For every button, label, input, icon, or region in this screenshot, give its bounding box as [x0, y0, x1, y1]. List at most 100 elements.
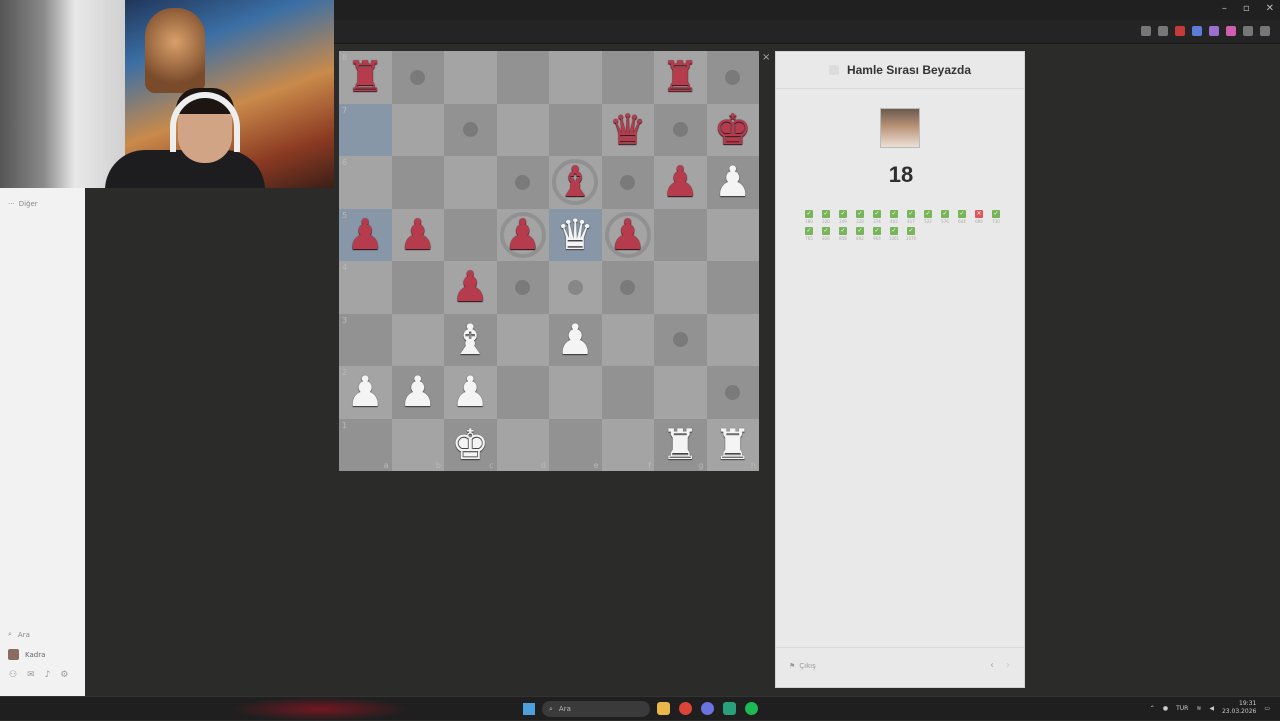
chess-board[interactable]: 8 ♜ ♜ 7 ♛ ♚ 6 ♝ ♟ ♟ 5 ♟ ♟ ♟ ♛ ♟ 4 ♟ 3 ♝ ♟ 2 ♟ ♟ ♟ 1 a b c ♚ d e f g ♜ h ♜	[339, 51, 759, 471]
square-c5[interactable]	[444, 208, 497, 261]
square-g1[interactable]: g ♜	[654, 418, 707, 471]
square-b2[interactable]: ♟	[391, 366, 444, 419]
black-rook-piece[interactable]: ♜	[661, 56, 699, 98]
sidebar-more-button[interactable]: ··· Diğer	[8, 200, 38, 208]
square-h6[interactable]: ♟	[706, 156, 759, 209]
square-h5[interactable]	[706, 208, 759, 261]
minimize-button[interactable]: –	[1222, 3, 1227, 14]
close-window-button[interactable]: ✕	[1266, 3, 1274, 14]
square-f2[interactable]	[601, 366, 654, 419]
puzzle-result[interactable]: ✓ 892	[855, 227, 865, 241]
square-c4[interactable]: ♟	[444, 261, 497, 314]
previous-button[interactable]: ‹	[990, 660, 994, 671]
white-queen-piece[interactable]: ♛	[556, 213, 594, 256]
square-f4[interactable]	[601, 261, 654, 314]
puzzle-result[interactable]: ✓ 417	[906, 210, 916, 224]
square-c1[interactable]: c ♚	[444, 418, 497, 471]
clock[interactable]: 19:31 23.03.2026	[1222, 700, 1256, 716]
puzzle-result[interactable]: ✓ 826	[821, 227, 831, 241]
puzzle-result[interactable]: ✓ 1001	[889, 227, 899, 241]
square-f6[interactable]	[601, 156, 654, 209]
square-d2[interactable]	[496, 366, 549, 419]
extension-icon[interactable]	[1192, 26, 1202, 36]
square-a3[interactable]: 3	[339, 313, 392, 366]
sidebar-search-button[interactable]: ⌕ Ara	[8, 630, 30, 639]
square-g4[interactable]	[654, 261, 707, 314]
file-explorer-icon[interactable]	[657, 702, 670, 715]
puzzle-result[interactable]: ✓ 730	[991, 210, 1001, 224]
square-a6[interactable]: 6	[339, 156, 392, 209]
taskbar-search[interactable]: ⌕ Ara	[542, 701, 650, 717]
square-c3[interactable]: ♝	[444, 313, 497, 366]
square-h4[interactable]	[706, 261, 759, 314]
white-bishop-piece[interactable]: ♝	[451, 318, 489, 361]
windows-start-icon[interactable]	[523, 703, 535, 715]
volume-icon[interactable]: ◀	[1209, 705, 1214, 712]
square-f1[interactable]: f	[601, 418, 654, 471]
white-pawn-piece[interactable]: ♟	[451, 371, 489, 413]
puzzle-result[interactable]: ✓ 765	[804, 227, 814, 241]
extension-icon[interactable]	[1175, 26, 1185, 36]
square-c7[interactable]	[444, 103, 497, 156]
square-d6[interactable]	[496, 156, 549, 209]
sidebar-profile[interactable]: Kadra	[8, 649, 45, 660]
extension-icon[interactable]	[1209, 26, 1219, 36]
puzzle-result[interactable]: ✓ 180	[804, 210, 814, 224]
square-f7[interactable]: ♛	[601, 103, 654, 156]
black-queen-piece[interactable]: ♛	[609, 108, 647, 151]
puzzle-result[interactable]: ✓ 1070	[906, 227, 916, 241]
black-pawn-piece[interactable]: ♟	[451, 266, 489, 308]
square-h1[interactable]: h ♜	[706, 418, 759, 471]
spotify-icon[interactable]	[745, 702, 758, 715]
close-icon[interactable]: ×	[762, 52, 770, 63]
square-c6[interactable]	[444, 156, 497, 209]
puzzle-result[interactable]: ✕ 689	[974, 210, 984, 224]
square-h7[interactable]: ♚	[706, 103, 759, 156]
white-pawn-piece[interactable]: ♟	[399, 371, 437, 413]
menu-icon[interactable]	[1260, 26, 1270, 36]
square-a4[interactable]: 4	[339, 261, 392, 314]
square-f8[interactable]	[601, 51, 654, 104]
square-g7[interactable]	[654, 103, 707, 156]
black-pawn-piece[interactable]: ♟	[661, 161, 699, 203]
square-g8[interactable]: ♜	[654, 51, 707, 104]
notification-icon[interactable]: ▭	[1264, 705, 1270, 712]
black-pawn-piece[interactable]: ♟	[346, 213, 384, 256]
square-h8[interactable]	[706, 51, 759, 104]
square-g5[interactable]	[654, 208, 707, 261]
square-a7[interactable]: 7	[339, 103, 392, 156]
white-rook-piece[interactable]: ♜	[661, 423, 699, 466]
square-d8[interactable]	[496, 51, 549, 104]
square-d5[interactable]: ♟	[496, 208, 549, 261]
exit-button[interactable]: ⚑ Çıkış	[789, 662, 816, 670]
puzzle-result[interactable]: ✓ 858	[838, 227, 848, 241]
square-a5[interactable]: 5 ♟	[339, 208, 392, 261]
language-indicator[interactable]: TUR	[1176, 705, 1188, 712]
chrome-icon[interactable]	[679, 702, 692, 715]
gear-icon[interactable]: ⚙	[60, 670, 68, 680]
square-d4[interactable]	[496, 261, 549, 314]
puzzle-result[interactable]: ✓ 522	[923, 210, 933, 224]
square-c2[interactable]: ♟	[444, 366, 497, 419]
square-g3[interactable]	[654, 313, 707, 366]
square-e6[interactable]: ♝	[549, 156, 602, 209]
puzzle-result[interactable]: ✓ 249	[838, 210, 848, 224]
square-a2[interactable]: 2 ♟	[339, 366, 392, 419]
white-pawn-piece[interactable]: ♟	[346, 371, 384, 413]
maximize-button[interactable]: ▫	[1243, 3, 1250, 14]
puzzle-result[interactable]: ✓ 374	[872, 210, 882, 224]
square-b7[interactable]	[391, 103, 444, 156]
square-d1[interactable]: d	[496, 418, 549, 471]
bell-icon[interactable]: ♪	[45, 670, 51, 680]
square-a1[interactable]: 1a	[339, 418, 392, 471]
next-button[interactable]: ›	[1006, 660, 1010, 671]
square-g2[interactable]	[654, 366, 707, 419]
square-a8[interactable]: 8 ♜	[339, 51, 392, 104]
square-b8[interactable]	[391, 51, 444, 104]
wifi-icon[interactable]: ≋	[1196, 705, 1201, 712]
square-d7[interactable]	[496, 103, 549, 156]
square-c8[interactable]	[444, 51, 497, 104]
square-b5[interactable]: ♟	[391, 208, 444, 261]
square-e3[interactable]: ♟	[549, 313, 602, 366]
puzzle-result[interactable]: ✓ 220	[821, 210, 831, 224]
